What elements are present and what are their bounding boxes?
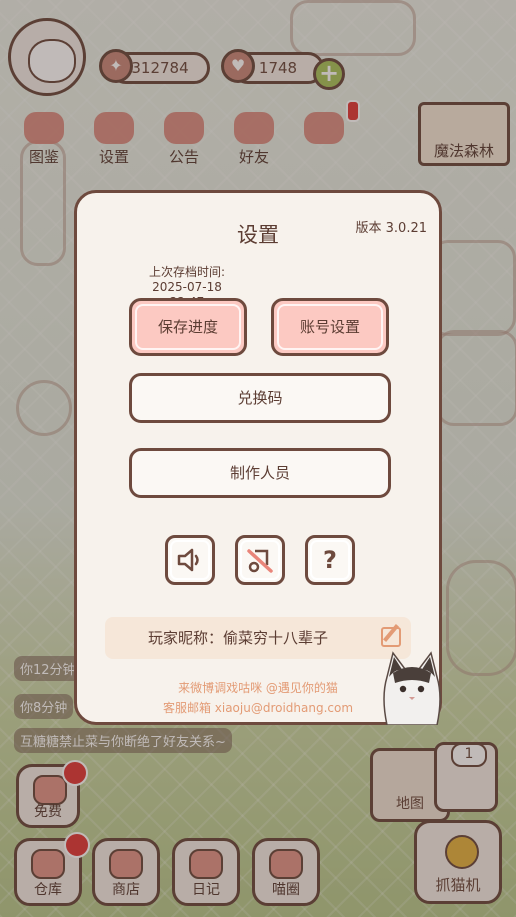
nickname-text: 玩家昵称：偷菜穷十八辈子	[147, 629, 328, 647]
music-toggle-button[interactable]	[235, 535, 285, 585]
version-label: 版本 3.0.21	[355, 221, 427, 236]
save-progress-button[interactable]: 保存进度	[129, 298, 247, 356]
last-save-label: 上次存档时间:	[148, 265, 226, 279]
redeem-code-button[interactable]: 兑换码	[129, 373, 391, 423]
settings-dialog: 设置 版本 3.0.21 上次存档时间: 2025-07-18 22:47 保存…	[74, 190, 442, 725]
account-settings-button[interactable]: 账号设置	[271, 298, 389, 356]
speaker-icon	[177, 548, 199, 572]
credits-button[interactable]: 制作人员	[129, 448, 391, 498]
music-off-icon	[247, 549, 273, 573]
question-mark-icon: ?	[323, 546, 337, 574]
nickname-bar: 玩家昵称：偷菜穷十八辈子	[105, 617, 411, 659]
help-button[interactable]: ?	[305, 535, 355, 585]
sound-toggle-button[interactable]	[165, 535, 215, 585]
edit-nickname-icon[interactable]	[381, 627, 401, 647]
cat-peek-image	[383, 651, 441, 725]
